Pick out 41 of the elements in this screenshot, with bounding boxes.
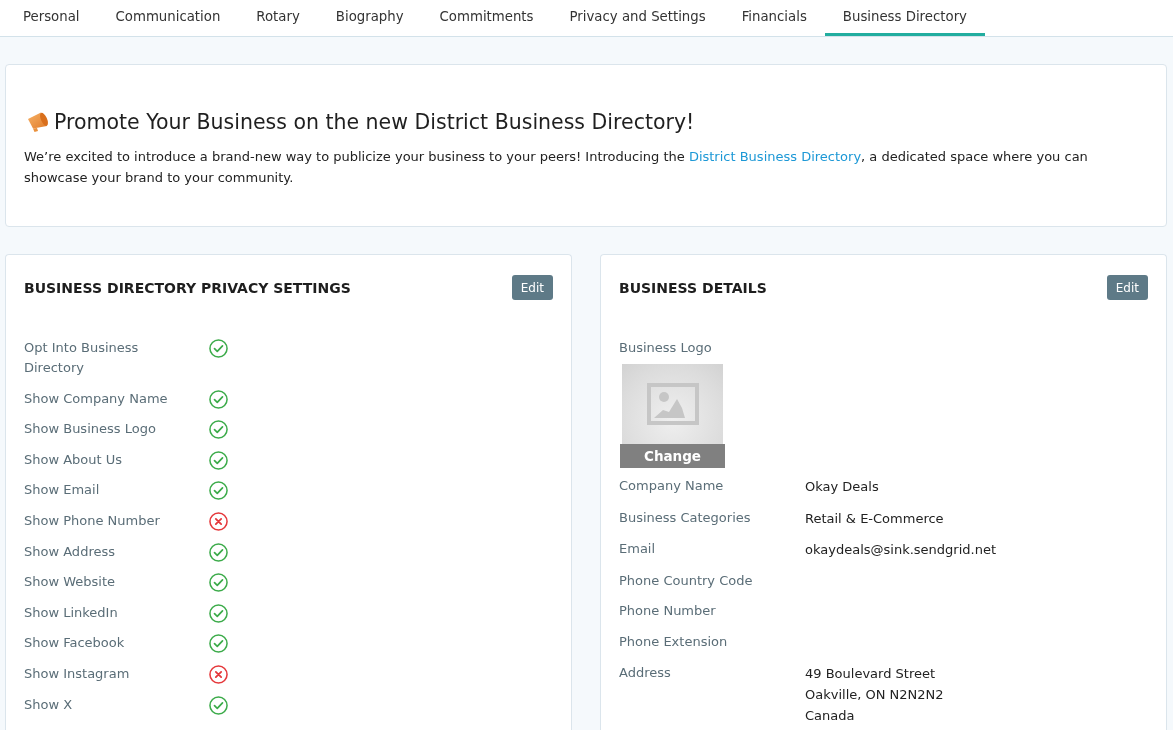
tab[interactable]: Commitments (421, 0, 552, 36)
setting-label: Show Website (24, 573, 117, 592)
setting-label: Show Address (24, 542, 116, 561)
field-label: Company Name (619, 477, 725, 495)
field-value: Retail & E-Commerce (805, 509, 944, 528)
setting-label: Show Company Name (24, 389, 169, 408)
edit-button[interactable]: Edit (1106, 275, 1148, 300)
tab[interactable]: Business Directory (824, 0, 985, 36)
field-label: Business Categories (619, 508, 752, 527)
setting-label: Show About Us (24, 450, 124, 469)
tab[interactable]: Communication (97, 0, 239, 36)
tab[interactable]: Rotary (238, 0, 318, 36)
setting-label: Show Instagram (24, 664, 131, 683)
setting-label: Opt Into Business Directory (24, 339, 140, 377)
tab[interactable]: Biography (317, 0, 422, 36)
image-icon (646, 383, 699, 425)
tab[interactable]: Personal (5, 0, 98, 36)
card-title: BUSINESS DETAILS (619, 279, 767, 296)
setting-label: Show X (24, 695, 74, 714)
announcement-title: Promote Your Business on the new District Business Directory! (54, 109, 695, 136)
field-label: Address (619, 663, 672, 682)
field-label: Phone Country Code (619, 571, 754, 590)
field-label: Phone Number (619, 602, 717, 621)
field-label: Phone Extension (619, 632, 729, 651)
setting-label: Show Email (24, 481, 101, 500)
tab[interactable]: Financials (723, 0, 825, 36)
address-value: 49 Boulevard Street Oakville, ON N2N2N2 Canada (805, 664, 944, 725)
change-button[interactable]: Change (620, 444, 725, 468)
tab[interactable]: Privacy and Settings (551, 0, 724, 36)
card-title: BUSINESS DIRECTORY PRIVACY SETTINGS (24, 279, 351, 296)
setting-label: Show Phone Number (24, 511, 161, 530)
announcement-text: We’re excited to introduce a brand-new way to publicize your business to your peers! Introducing the District Business Directory, a dedicated space where you can showcase your brand to your community. (24, 148, 1089, 187)
setting-label: Show Facebook (24, 634, 126, 653)
setting-label: Show LinkedIn (24, 603, 119, 622)
field-value: Okay Deals (805, 478, 879, 496)
setting-label: Show Business Logo (24, 420, 157, 439)
edit-button[interactable]: Edit (511, 275, 553, 300)
field-label: Business Logo (619, 339, 713, 357)
email-link[interactable]: okaydeals@sink.sendgrid.net (805, 539, 996, 561)
field-label: Email (619, 540, 657, 559)
megaphone-icon (26, 111, 50, 133)
